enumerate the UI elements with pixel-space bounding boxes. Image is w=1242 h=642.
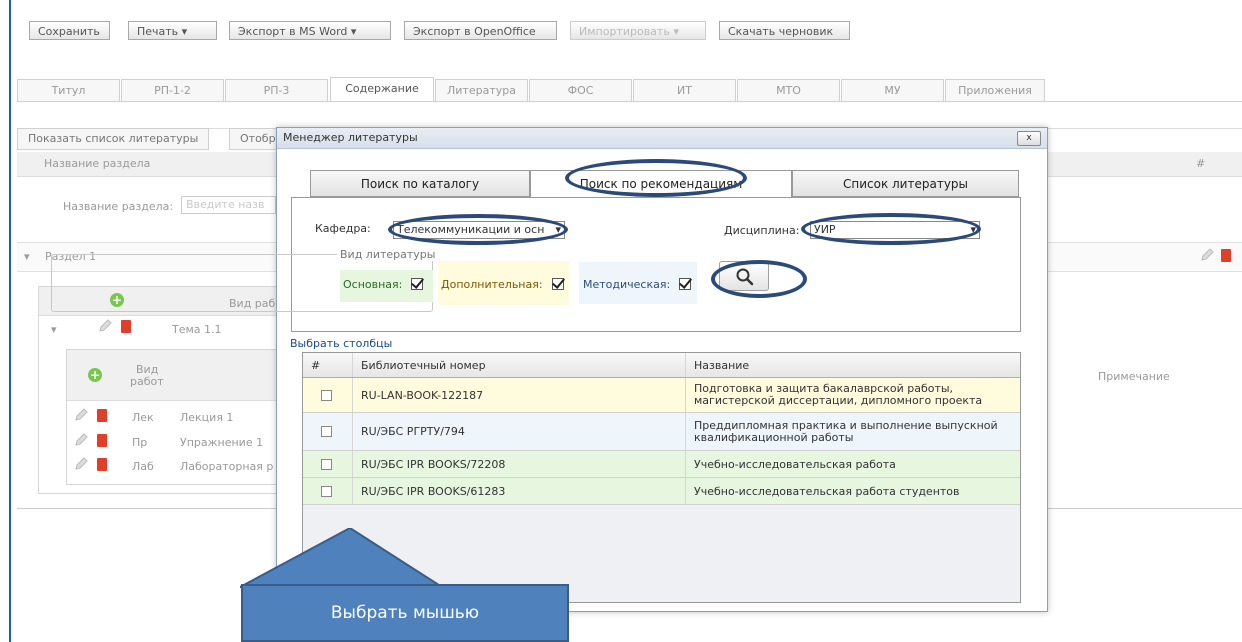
grid-header-library-number: Библиотечный номер [353, 353, 686, 377]
section-name-header: Название раздела [44, 157, 151, 170]
download-draft-label: Скачать черновик [728, 25, 834, 38]
add-icon[interactable]: + [88, 368, 102, 382]
dialog-title: Менеджер литературы [283, 131, 418, 144]
dropdown-arrow-icon: ▾ [181, 25, 188, 38]
row-title: Учебно-исследовательская работа студенто… [694, 484, 960, 498]
import-label: Импортировать [579, 25, 670, 38]
tab-rp-1-2[interactable]: РП-1-2 [121, 79, 224, 101]
grid-header-row: # Библиотечный номер Название [303, 353, 1020, 378]
row-library-number: RU/ЭБС РГРТУ/794 [353, 413, 686, 450]
row-library-number: RU-LAN-BOOK-122187 [353, 378, 686, 412]
highlight-oval-tab [565, 159, 747, 197]
row-title: Учебно-исследовательская работа [694, 457, 896, 471]
row-title: Подготовка и защита бакалаврской работы,… [694, 382, 983, 407]
dropdown-arrow-icon: ▾ [350, 25, 357, 38]
note-header: Примечание [1098, 370, 1170, 383]
tab-it[interactable]: ИТ [633, 79, 736, 101]
pencil-icon[interactable] [98, 319, 112, 336]
tab-content[interactable]: Содержание [330, 77, 434, 102]
trash-icon[interactable] [97, 434, 107, 450]
tab-mu[interactable]: МУ [841, 79, 944, 101]
additional-type-label: Дополнительная: [441, 278, 543, 291]
pencil-icon[interactable] [74, 457, 88, 474]
work-abbr: Лаб [132, 460, 154, 473]
close-icon[interactable]: x [1017, 131, 1041, 146]
section-name-input[interactable]: Введите назв [181, 196, 276, 214]
work-abbr: Лек [132, 411, 154, 424]
discipline-label: Дисциплина: [724, 224, 800, 237]
main-type-label: Основная: [343, 278, 403, 291]
row-checkbox[interactable] [303, 378, 353, 412]
show-literature-label: Показать список литературы [28, 132, 199, 145]
trash-icon[interactable] [97, 458, 107, 474]
highlight-oval-kafedra [388, 214, 568, 245]
print-label: Печать [137, 25, 179, 38]
method-type-label: Методическая: [583, 278, 671, 291]
close-label: x [1026, 133, 1032, 143]
work-name: Лекция 1 [180, 411, 234, 424]
main-type-checkbox[interactable] [411, 277, 423, 290]
table-row[interactable]: RU/ЭБС IPR BOOKS/72208 Учебно-исследоват… [303, 451, 1020, 478]
collapse-icon[interactable]: ▾ [51, 323, 57, 336]
export-word-label: Экспорт в MS Word [238, 25, 348, 38]
topic-title: Тема 1.1 [172, 323, 222, 336]
callout-pointer [240, 528, 446, 588]
row-checkbox[interactable] [303, 478, 353, 504]
export-word-button[interactable]: Экспорт в MS Word ▾ [229, 21, 391, 40]
choose-columns-link[interactable]: Выбрать столбцы [290, 337, 392, 350]
callout-text: Выбрать мышью [330, 603, 480, 623]
pencil-icon[interactable] [74, 408, 88, 425]
trash-icon[interactable] [1221, 249, 1231, 265]
work-name: Лабораторная р [180, 460, 274, 473]
highlight-oval-discipline [801, 213, 981, 245]
section-name-label: Название раздела: [63, 200, 174, 213]
row-checkbox[interactable] [303, 451, 353, 477]
section-name-placeholder: Введите назв [186, 198, 265, 211]
method-type-checkbox[interactable] [679, 277, 691, 290]
highlight-oval-search [711, 260, 807, 298]
hash-header: # [1196, 157, 1206, 170]
additional-type-checkbox[interactable] [552, 277, 564, 290]
tab-fos[interactable]: ФОС [529, 79, 632, 101]
table-row[interactable]: RU/ЭБС IPR BOOKS/61283 Учебно-исследоват… [303, 478, 1020, 505]
row-checkbox[interactable] [303, 413, 353, 450]
dialog-titlebar: Менеджер литературы [277, 128, 1047, 149]
tab-mto[interactable]: МТО [737, 79, 840, 101]
tab-rp-3[interactable]: РП-3 [225, 79, 328, 101]
row-library-number: RU/ЭБС IPR BOOKS/61283 [353, 478, 686, 504]
table-row[interactable]: RU-LAN-BOOK-122187 Подготовка и защита б… [303, 378, 1020, 413]
tab-title[interactable]: Титул [17, 79, 120, 101]
grid-header-title: Название [694, 358, 750, 372]
tab-literature-list[interactable]: Список литературы [792, 170, 1019, 197]
dropdown-arrow-icon: ▾ [673, 25, 679, 38]
trash-icon[interactable] [121, 320, 131, 336]
tab-appendices[interactable]: Приложения [945, 79, 1045, 101]
save-button[interactable]: Сохранить [29, 21, 110, 40]
import-button[interactable]: Импортировать ▾ [570, 21, 706, 40]
collapse-icon[interactable]: ▾ [24, 250, 30, 263]
grid-header-hash: # [303, 353, 353, 377]
callout-box: Выбрать мышью [241, 584, 569, 642]
literature-type-legend: Вид литературы [337, 248, 439, 261]
row-title: Преддипломная практика и выполнение выпу… [694, 418, 998, 444]
left-accent-bar [9, 0, 11, 642]
export-openoffice-button[interactable]: Экспорт в OpenOffice [404, 21, 557, 40]
tab-divider [17, 101, 1242, 102]
export-openoffice-label: Экспорт в OpenOffice [413, 25, 536, 38]
tab-catalog-search[interactable]: Поиск по каталогу [310, 170, 530, 197]
pencil-icon[interactable] [74, 433, 88, 450]
kafedra-label: Кафедра: [315, 222, 371, 235]
save-label: Сохранить [38, 25, 100, 38]
rabot-header: работ [130, 375, 164, 388]
download-draft-button[interactable]: Скачать черновик [719, 21, 850, 40]
tab-literature[interactable]: Литература [435, 79, 528, 101]
pencil-icon[interactable] [1200, 248, 1214, 265]
work-name: Упражнение 1 [180, 436, 264, 449]
table-row[interactable]: RU/ЭБС РГРТУ/794 Преддипломная практика … [303, 413, 1020, 451]
work-abbr: Пр [132, 436, 148, 449]
row-library-number: RU/ЭБС IPR BOOKS/72208 [353, 451, 686, 477]
trash-icon[interactable] [97, 409, 107, 425]
print-button[interactable]: Печать ▾ [128, 21, 217, 40]
show-literature-button[interactable]: Показать список литературы [17, 128, 210, 150]
